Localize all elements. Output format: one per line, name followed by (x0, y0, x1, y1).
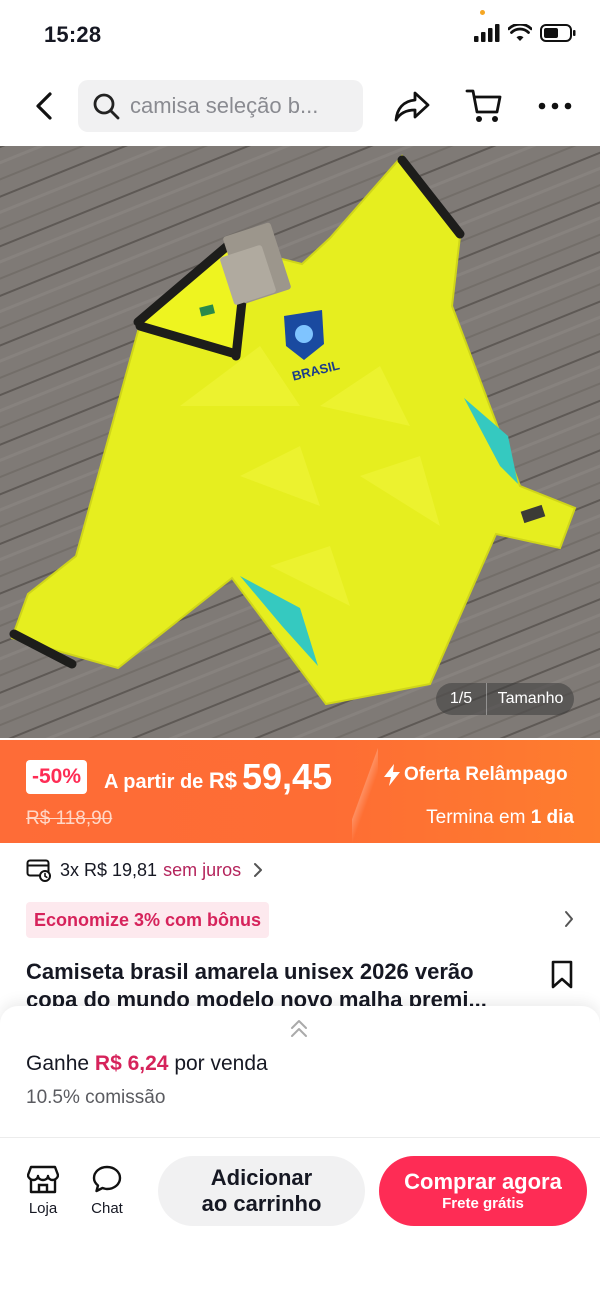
banner-divider (352, 740, 378, 843)
price-banner: -50% A partir de R$ 59,45 R$ 118,90 Ofer… (0, 740, 600, 843)
earn-prefix: Ganhe (26, 1052, 90, 1075)
image-index: 1/5 (449, 690, 473, 707)
status-bar: 15:28 (0, 0, 600, 70)
price-prefix-text: A partir de (104, 771, 204, 793)
lightning-icon (384, 764, 400, 786)
store-button[interactable]: Loja (15, 1164, 71, 1217)
top-nav: camisa seleção b... (0, 70, 600, 144)
chat-icon (92, 1165, 122, 1193)
chevron-right-icon[interactable] (564, 910, 574, 928)
add-to-cart-line1: Adicionar (210, 1165, 313, 1190)
status-icons (474, 24, 576, 42)
bookmark-button[interactable] (550, 960, 574, 995)
search-query: camisa seleção b... (130, 93, 319, 118)
cart-button[interactable] (464, 86, 504, 126)
ends-in-prefix: Termina em (426, 807, 526, 828)
flash-sale-label: Oferta Relâmpago (384, 764, 568, 786)
search-icon (93, 93, 120, 120)
back-button[interactable] (26, 88, 62, 124)
commission-rate: 10.5% comissão (26, 1087, 166, 1108)
chevron-right-icon (254, 863, 263, 877)
store-icon (27, 1165, 59, 1194)
price-currency: R$ (208, 768, 237, 793)
add-to-cart-button[interactable]: Adicionar ao carrinho (158, 1156, 365, 1226)
ends-in: Termina em 1 dia (426, 807, 574, 829)
installments-interest: sem juros (163, 859, 242, 880)
buy-now-button[interactable]: Comprar agora Frete grátis (379, 1156, 587, 1226)
chat-button[interactable]: Chat (79, 1164, 135, 1217)
status-time: 15:28 (44, 22, 102, 47)
earn-line: Ganhe R$ 6,24 por venda (26, 1052, 268, 1076)
share-icon (394, 91, 430, 122)
store-label: Loja (28, 1200, 58, 1217)
chat-label: Chat (91, 1200, 123, 1217)
more-icon (538, 102, 572, 110)
back-icon (36, 92, 52, 120)
search-input[interactable]: camisa seleção b... (78, 80, 363, 132)
signal-icon (474, 24, 500, 42)
battery-icon (540, 24, 576, 42)
add-to-cart-line2: ao carrinho (201, 1191, 322, 1216)
bonus-chip[interactable]: Economize 3% com bônus (26, 902, 270, 938)
installments-text: 3x R$ 19,81 (60, 859, 158, 880)
discount-badge: -50% (26, 760, 88, 794)
earn-suffix: por venda (174, 1052, 268, 1075)
ends-in-value: 1 dia (530, 807, 574, 828)
price-value: 59,45 (242, 756, 333, 797)
bookmark-icon (551, 960, 573, 989)
privacy-indicator (480, 10, 485, 15)
price-prefix: A partir de R$ (104, 768, 237, 794)
old-price: R$ 118,90 (26, 808, 113, 829)
installments-row[interactable]: 3x R$ 19,81 sem juros (26, 856, 263, 884)
cart-icon (465, 89, 502, 122)
earn-amount: R$ 6,24 (94, 1052, 169, 1075)
double-chevron-up-icon[interactable] (288, 1018, 310, 1040)
more-button[interactable] (535, 86, 575, 126)
card-icon (26, 859, 51, 882)
buy-now-label: Comprar agora (404, 1169, 562, 1194)
action-bar: Loja Chat Adicionar ao carrinho Comprar … (0, 1137, 600, 1299)
product-photo: BRASIL (0, 146, 600, 738)
product-image[interactable]: BRASIL (0, 146, 600, 738)
share-button[interactable] (392, 86, 432, 126)
flash-sale-text: Oferta Relâmpago (404, 764, 568, 785)
affiliate-sheet[interactable]: Ganhe R$ 6,24 por venda 10.5% comissão (0, 1006, 600, 1140)
wifi-icon (508, 24, 532, 41)
size-link[interactable]: Tamanho (487, 690, 574, 708)
image-counter[interactable]: 1/5 Tamanho (436, 683, 574, 715)
free-shipping-label: Frete grátis (442, 1195, 524, 1212)
